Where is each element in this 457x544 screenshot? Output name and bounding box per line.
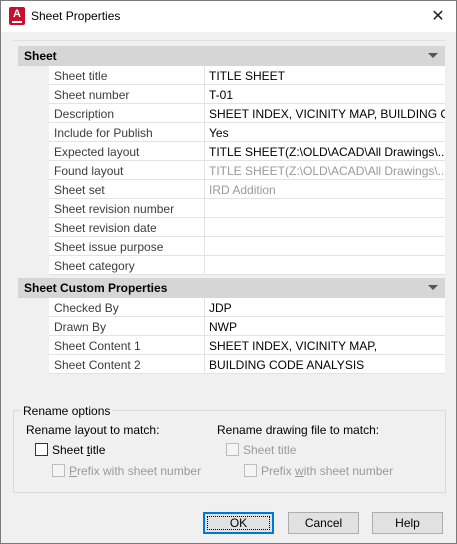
- layout-prefix-checkbox[interactable]: [52, 464, 65, 477]
- property-value[interactable]: Yes: [204, 123, 445, 142]
- autocad-app-icon: A: [9, 7, 25, 25]
- property-row[interactable]: Sheet category: [49, 256, 445, 275]
- property-value[interactable]: TITLE SHEET: [204, 66, 445, 85]
- dialog-title: Sheet Properties: [31, 9, 121, 23]
- property-row[interactable]: Description SHEET INDEX, VICINITY MAP, B…: [49, 104, 445, 123]
- property-value[interactable]: [204, 218, 445, 237]
- label-text: ith sheet number: [303, 464, 394, 478]
- label-text: Sheet: [52, 443, 87, 457]
- property-name: Description: [54, 107, 115, 121]
- help-button[interactable]: Help: [372, 512, 443, 534]
- property-name: Sheet Content 1: [54, 339, 141, 353]
- property-value: IRD Addition: [204, 180, 445, 199]
- property-row: Found layout TITLE SHEET(Z:\OLD\ACAD\All…: [49, 161, 445, 180]
- property-name: Found layout: [54, 164, 124, 178]
- property-name: Sheet revision number: [54, 202, 175, 216]
- collapse-caret-icon[interactable]: [428, 53, 438, 58]
- property-name: Include for Publish: [54, 126, 153, 140]
- property-name: Sheet Content 2: [54, 358, 141, 372]
- access-key: P: [69, 464, 78, 478]
- property-name: Sheet revision date: [54, 221, 157, 235]
- property-row[interactable]: Sheet number T-01: [49, 85, 445, 104]
- property-name: Drawn By: [54, 320, 107, 334]
- property-name: Sheet title: [54, 69, 108, 83]
- property-row[interactable]: Sheet revision date: [49, 218, 445, 237]
- drawing-prefix-checkbox[interactable]: [244, 464, 257, 477]
- rename-options-label: Rename options: [21, 404, 113, 418]
- property-value[interactable]: NWP: [204, 317, 445, 336]
- label-text: itle: [90, 443, 106, 457]
- property-value[interactable]: T-01: [204, 85, 445, 104]
- property-name: Sheet number: [54, 88, 130, 102]
- sheet-section-header[interactable]: Sheet: [18, 46, 445, 66]
- label-text: refix with sheet number: [77, 464, 202, 478]
- section-title: Sheet Custom Properties: [24, 281, 168, 295]
- collapse-caret-icon[interactable]: [428, 285, 438, 290]
- property-value[interactable]: SHEET INDEX, VICINITY MAP, BUILDING C...: [204, 104, 445, 123]
- property-row: Sheet set IRD Addition: [49, 180, 445, 199]
- access-key: w: [295, 464, 304, 478]
- property-name: Expected layout: [54, 145, 140, 159]
- property-value: TITLE SHEET(Z:\OLD\ACAD\All Drawings\...: [204, 161, 445, 180]
- rename-drawing-heading: Rename drawing file to match:: [217, 423, 380, 437]
- property-value[interactable]: [204, 237, 445, 256]
- button-label: Help: [395, 516, 420, 530]
- layout-sheet-title-label[interactable]: Sheet title: [52, 443, 105, 457]
- property-row[interactable]: Sheet issue purpose: [49, 237, 445, 256]
- ok-button[interactable]: OK: [203, 512, 274, 534]
- property-row[interactable]: Expected layout TITLE SHEET(Z:\OLD\ACAD\…: [49, 142, 445, 161]
- property-name: Checked By: [54, 301, 119, 315]
- property-value[interactable]: JDP: [204, 298, 445, 317]
- drawing-prefix-label[interactable]: Prefix with sheet number: [261, 464, 393, 478]
- property-value[interactable]: [204, 256, 445, 275]
- layout-sheet-title-checkbox[interactable]: [35, 443, 48, 456]
- property-value[interactable]: [204, 199, 445, 218]
- label-text: Sheet title: [243, 443, 297, 457]
- property-value[interactable]: SHEET INDEX, VICINITY MAP,: [204, 336, 445, 355]
- property-row[interactable]: Checked By JDP: [49, 298, 445, 317]
- drawing-sheet-title-checkbox[interactable]: [226, 443, 239, 456]
- label-text: Prefix: [261, 464, 296, 478]
- focus-rect: [207, 516, 270, 530]
- property-row[interactable]: Drawn By NWP: [49, 317, 445, 336]
- property-row[interactable]: Sheet Content 2 BUILDING CODE ANALYSIS: [49, 355, 445, 374]
- cancel-button[interactable]: Cancel: [288, 512, 359, 534]
- property-name: Sheet category: [54, 259, 135, 273]
- custom-section-header[interactable]: Sheet Custom Properties: [18, 278, 445, 298]
- drawing-sheet-title-label[interactable]: Sheet title: [243, 443, 296, 457]
- property-name: Sheet set: [54, 183, 105, 197]
- property-value[interactable]: BUILDING CODE ANALYSIS: [204, 355, 445, 374]
- title-bar: A Sheet Properties ✕: [1, 1, 456, 32]
- button-label: Cancel: [304, 516, 343, 530]
- layout-prefix-label[interactable]: Prefix with sheet number: [69, 464, 201, 478]
- property-value[interactable]: TITLE SHEET(Z:\OLD\ACAD\All Drawings\...: [204, 142, 445, 161]
- close-button[interactable]: ✕: [420, 1, 456, 32]
- property-row[interactable]: Sheet title TITLE SHEET: [49, 66, 445, 85]
- property-name: Sheet issue purpose: [54, 240, 164, 254]
- property-row[interactable]: Sheet Content 1 SHEET INDEX, VICINITY MA…: [49, 336, 445, 355]
- property-row[interactable]: Include for Publish Yes: [49, 123, 445, 142]
- rename-layout-heading: Rename layout to match:: [26, 423, 160, 437]
- section-title: Sheet: [24, 49, 57, 63]
- sheet-properties-dialog: A Sheet Properties ✕ Sheet Sheet title T…: [0, 0, 457, 544]
- property-row[interactable]: Sheet revision number: [49, 199, 445, 218]
